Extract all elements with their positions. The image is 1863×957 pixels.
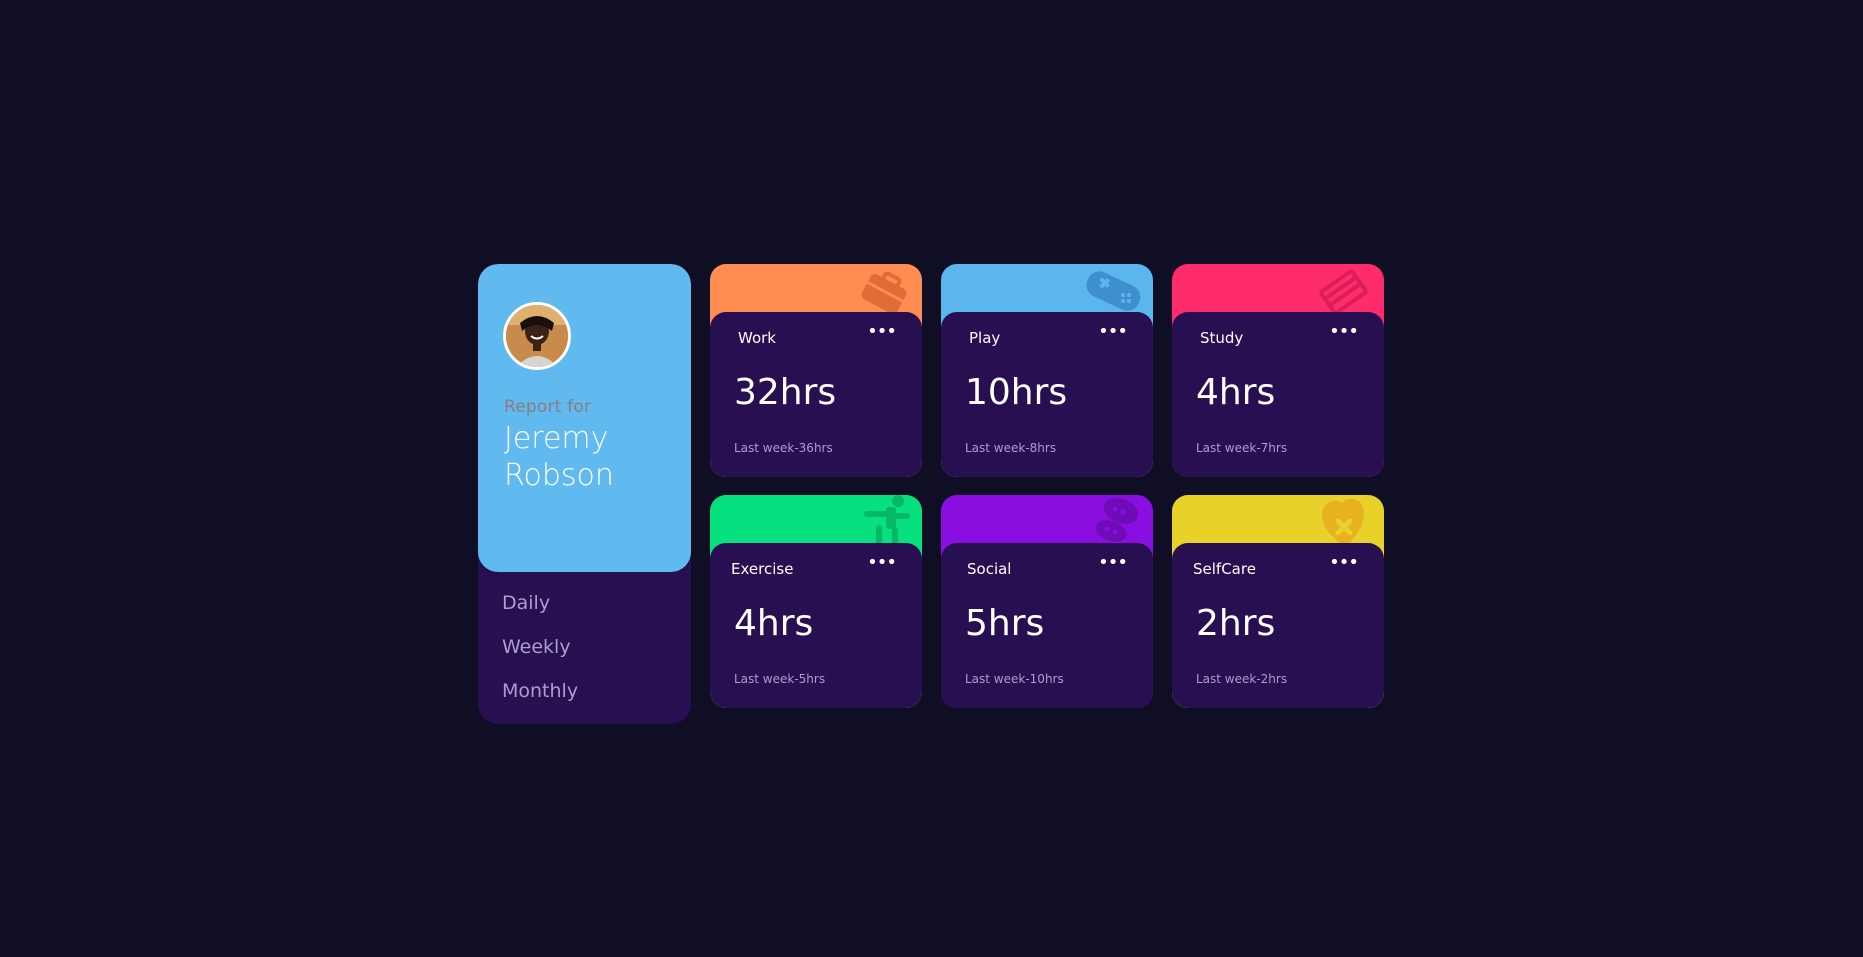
card-play: Play ••• 10hrs Last week-8hrs <box>941 264 1153 477</box>
card-study-last-week: Last week-7hrs <box>1196 441 1288 455</box>
card-work-title: Work <box>738 329 776 347</box>
card-social-title: Social <box>967 560 1012 578</box>
card-work-body[interactable]: Work ••• 32hrs Last week-36hrs <box>710 312 922 477</box>
card-selfcare-hours: 2hrs <box>1196 603 1276 644</box>
card-work-last-week: Last week-36hrs <box>734 441 833 455</box>
card-study: Study ••• 4hrs Last week-7hrs <box>1172 264 1384 477</box>
avatar <box>503 302 571 370</box>
card-social-last-week: Last week-10hrs <box>965 672 1064 686</box>
more-options-icon[interactable]: ••• <box>1098 552 1128 573</box>
card-exercise-title: Exercise <box>731 560 794 578</box>
card-social-hours: 5hrs <box>965 603 1045 644</box>
profile-card: Report for Jeremy Robson Daily Weekly Mo… <box>478 264 691 724</box>
card-study-body[interactable]: Study ••• 4hrs Last week-7hrs <box>1172 312 1384 477</box>
card-social-body[interactable]: Social ••• 5hrs Last week-10hrs <box>941 543 1153 708</box>
user-name: Jeremy Robson <box>504 420 674 494</box>
card-work: Work ••• 32hrs Last week-36hrs <box>710 264 922 477</box>
card-social: Social ••• 5hrs Last week-10hrs <box>941 495 1153 708</box>
more-options-icon[interactable]: ••• <box>1329 321 1359 342</box>
card-play-last-week: Last week-8hrs <box>965 441 1057 455</box>
user-first-name: Jeremy <box>504 421 609 456</box>
card-play-hours: 10hrs <box>965 372 1068 413</box>
time-tracking-dashboard: Report for Jeremy Robson Daily Weekly Mo… <box>478 264 1386 724</box>
card-selfcare: SelfCare ••• 2hrs Last week-2hrs <box>1172 495 1384 708</box>
card-exercise-body[interactable]: Exercise ••• 4hrs Last week-5hrs <box>710 543 922 708</box>
profile-header: Report for Jeremy Robson <box>478 264 691 572</box>
card-selfcare-body[interactable]: SelfCare ••• 2hrs Last week-2hrs <box>1172 543 1384 708</box>
period-weekly[interactable]: Weekly <box>502 636 571 658</box>
user-last-name: Robson <box>504 458 614 493</box>
card-exercise-last-week: Last week-5hrs <box>734 672 826 686</box>
period-monthly[interactable]: Monthly <box>502 680 578 702</box>
report-for-label: Report for <box>504 397 592 417</box>
more-options-icon[interactable]: ••• <box>1329 552 1359 573</box>
card-study-title: Study <box>1200 329 1244 347</box>
avatar-photo-icon <box>506 305 568 367</box>
more-options-icon[interactable]: ••• <box>1098 321 1128 342</box>
card-study-hours: 4hrs <box>1196 372 1276 413</box>
period-daily[interactable]: Daily <box>502 592 550 614</box>
card-work-hours: 32hrs <box>734 372 837 413</box>
card-play-body[interactable]: Play ••• 10hrs Last week-8hrs <box>941 312 1153 477</box>
card-exercise-hours: 4hrs <box>734 603 814 644</box>
card-selfcare-title: SelfCare <box>1193 560 1256 578</box>
more-options-icon[interactable]: ••• <box>867 321 897 342</box>
card-play-title: Play <box>969 329 1001 347</box>
card-selfcare-last-week: Last week-2hrs <box>1196 672 1288 686</box>
card-exercise: Exercise ••• 4hrs Last week-5hrs <box>710 495 922 708</box>
more-options-icon[interactable]: ••• <box>867 552 897 573</box>
